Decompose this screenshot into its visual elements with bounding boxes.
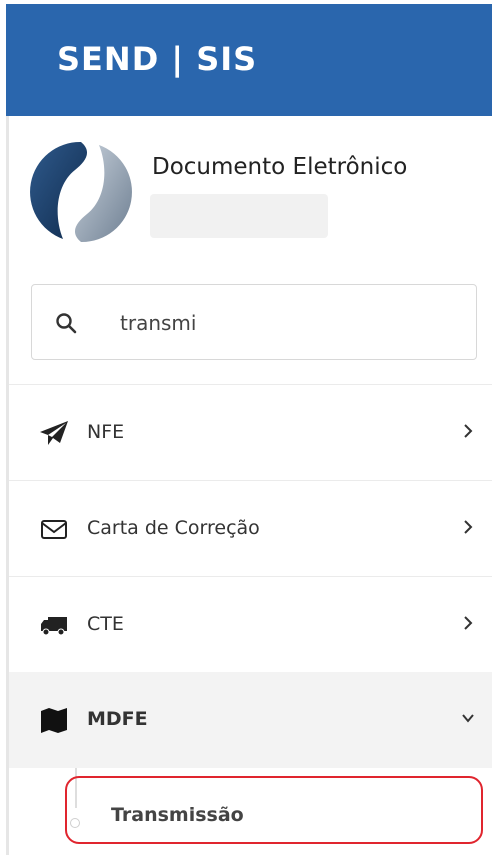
search-input[interactable]: transmi — [120, 311, 196, 335]
sidebar-item-label: MDFE — [87, 708, 148, 730]
sidebar-menu: NFE Carta de Correção CTE MDFE Transmiss… — [9, 384, 492, 848]
paper-plane-icon — [40, 421, 68, 445]
sidebar-item-label: CTE — [87, 613, 124, 635]
bullet-icon — [70, 818, 80, 828]
map-icon — [41, 708, 67, 733]
menu-search-box[interactable]: transmi — [31, 284, 477, 360]
submenu-item-label: Transmissão — [111, 804, 244, 826]
chevron-right-icon — [464, 616, 473, 630]
profile-subtitle-blurred — [150, 194, 328, 238]
envelope-icon — [41, 520, 67, 539]
sidebar-item-nfe[interactable]: NFE — [9, 384, 492, 480]
chevron-down-icon — [462, 714, 474, 723]
sidebar-item-carta-de-correcao[interactable]: Carta de Correção — [9, 480, 492, 576]
sidebar-item-cte[interactable]: CTE — [9, 576, 492, 672]
submenu-item-transmissao[interactable]: Transmissão — [65, 776, 483, 844]
profile-title: Documento Eletrônico — [152, 154, 408, 180]
chevron-right-icon — [464, 424, 473, 438]
app-header: SEND | SIS — [6, 4, 492, 116]
truck-icon — [41, 617, 67, 636]
sidebar: Documento Eletrônico transmi NFE Carta d… — [6, 116, 492, 855]
search-icon — [56, 313, 77, 334]
brand-title[interactable]: SEND | SIS — [57, 40, 257, 78]
chevron-right-icon — [464, 520, 473, 534]
submenu-mdfe: Transmissão — [9, 768, 492, 848]
sidebar-item-mdfe[interactable]: MDFE — [9, 672, 492, 768]
send-sis-logo — [30, 141, 132, 243]
sidebar-item-label: Carta de Correção — [87, 517, 260, 539]
profile-panel: Documento Eletrônico — [9, 116, 492, 266]
sidebar-item-label: NFE — [87, 421, 125, 443]
